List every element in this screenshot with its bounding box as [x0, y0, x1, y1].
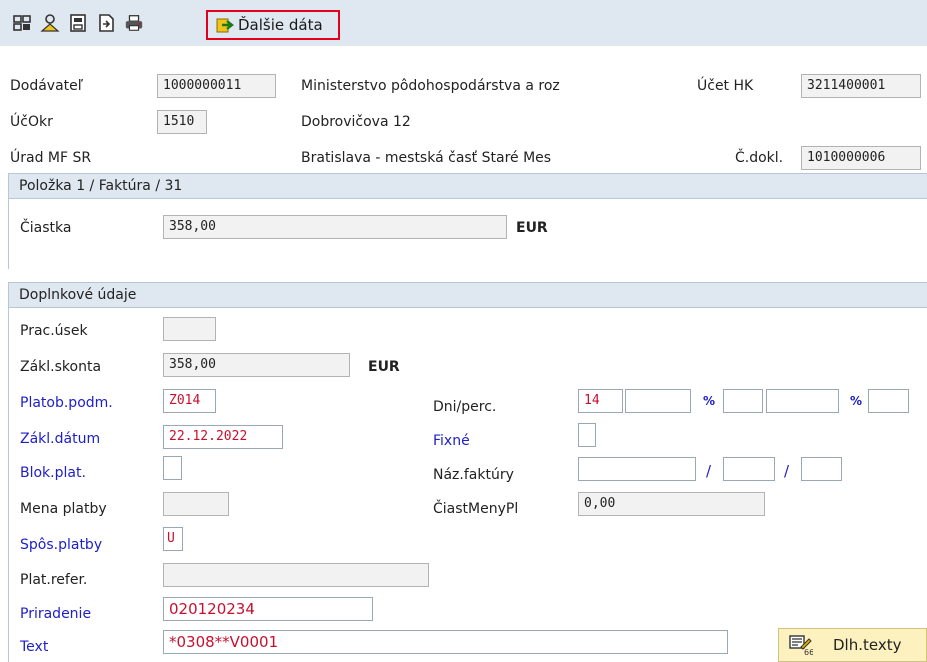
more-data-button[interactable]: Ďalšie dáta: [206, 10, 340, 40]
percent1-symbol: %: [703, 394, 716, 408]
company-code-field[interactable]: 1510: [157, 110, 207, 134]
export-document-icon[interactable]: [96, 13, 116, 33]
invoice-ref-label: Náz.faktúry: [433, 467, 514, 483]
extra-section-body: [8, 308, 927, 662]
days3-field[interactable]: [868, 389, 909, 413]
item-section-header: Položka 1 / Faktúra / 31: [8, 173, 927, 199]
invoice-ref-field[interactable]: [578, 457, 696, 481]
payment-method-field[interactable]: U: [163, 527, 183, 551]
baseline-date-label: Zákl.dátum: [20, 431, 101, 447]
document-number-label: Č.dokl.: [735, 150, 784, 166]
baseline-date-field[interactable]: 22.12.2022: [163, 425, 283, 449]
fixed-label: Fixné: [433, 433, 470, 449]
payment-currency-field[interactable]: [163, 492, 229, 516]
percent1-field[interactable]: [625, 389, 691, 413]
discount-base-field[interactable]: 358,00: [163, 353, 350, 377]
payment-block-label: Blok.plat.: [20, 465, 86, 481]
vendor-name: Ministerstvo pôdohospodárstva a roz: [301, 78, 560, 94]
percent2-symbol: %: [850, 394, 863, 408]
percent2-field[interactable]: [766, 389, 839, 413]
amount-field[interactable]: 358,00: [163, 215, 507, 239]
gl-account-field[interactable]: 3211400001: [801, 74, 921, 98]
gl-account-label: Účet HK: [697, 78, 754, 94]
company-code-label: ÚčOkr: [10, 114, 53, 130]
discount-base-label: Zákl.skonta: [20, 359, 102, 375]
payment-currency-amount-field[interactable]: 0,00: [578, 492, 765, 516]
payment-method-label: Spôs.platby: [20, 537, 103, 553]
fixed-checkbox[interactable]: [578, 423, 596, 447]
office-text: Úrad MF SR: [10, 150, 92, 166]
vendor-label: Dodávateľ: [10, 78, 84, 94]
payment-currency-amount-label: ČiastMenyPl: [433, 501, 519, 517]
payment-block-field[interactable]: [163, 456, 182, 480]
save-document-icon[interactable]: [68, 13, 88, 33]
more-data-label: Ďalšie dáta: [238, 16, 323, 34]
invoice-ref-slash-2: /: [784, 462, 790, 480]
vendor-field[interactable]: 1000000011: [157, 74, 276, 98]
text-document-icon: 66: [789, 635, 813, 656]
amount-label: Čiastka: [20, 220, 72, 236]
application-toolbar: Ďalšie dáta: [0, 0, 927, 46]
days1-field[interactable]: 14: [578, 389, 623, 413]
payment-currency-label: Mena platby: [20, 501, 107, 517]
text-label: Text: [20, 639, 49, 655]
user-icon[interactable]: [40, 13, 60, 33]
document-number-field[interactable]: 1010000006: [801, 146, 921, 170]
payment-reference-field[interactable]: [163, 563, 429, 587]
vendor-city: Bratislava - mestská časť Staré Mes: [301, 150, 552, 166]
discount-base-currency: EUR: [368, 359, 400, 375]
long-texts-label: Dlh.texty: [833, 636, 902, 654]
assignment-field[interactable]: 020120234: [163, 597, 373, 621]
payment-terms-field[interactable]: Z014: [163, 389, 216, 413]
assignment-label: Priradenie: [20, 606, 92, 622]
invoice-ref-item-field[interactable]: [801, 457, 842, 481]
print-icon[interactable]: [124, 13, 146, 33]
arrow-right-icon: [216, 18, 234, 33]
long-texts-button[interactable]: 66 Dlh.texty: [778, 628, 927, 662]
vendor-street: Dobrovičova 12: [301, 114, 411, 130]
business-area-field[interactable]: [163, 317, 216, 341]
text-field[interactable]: *0308**V0001: [163, 630, 728, 654]
svg-text:66: 66: [804, 648, 813, 656]
invoice-ref-slash-1: /: [706, 462, 712, 480]
business-area-label: Prac.úsek: [20, 323, 88, 339]
invoice-ref-year-field[interactable]: [723, 457, 775, 481]
days-percent-label: Dni/perc.: [433, 399, 497, 415]
payment-terms-label: Platob.podm.: [20, 395, 113, 411]
amount-currency: EUR: [516, 220, 548, 236]
document-tree-icon[interactable]: [12, 13, 32, 33]
days2-field[interactable]: [723, 389, 763, 413]
extra-section-header: Doplnkové údaje: [8, 282, 927, 308]
payment-reference-label: Plat.refer.: [20, 572, 88, 588]
